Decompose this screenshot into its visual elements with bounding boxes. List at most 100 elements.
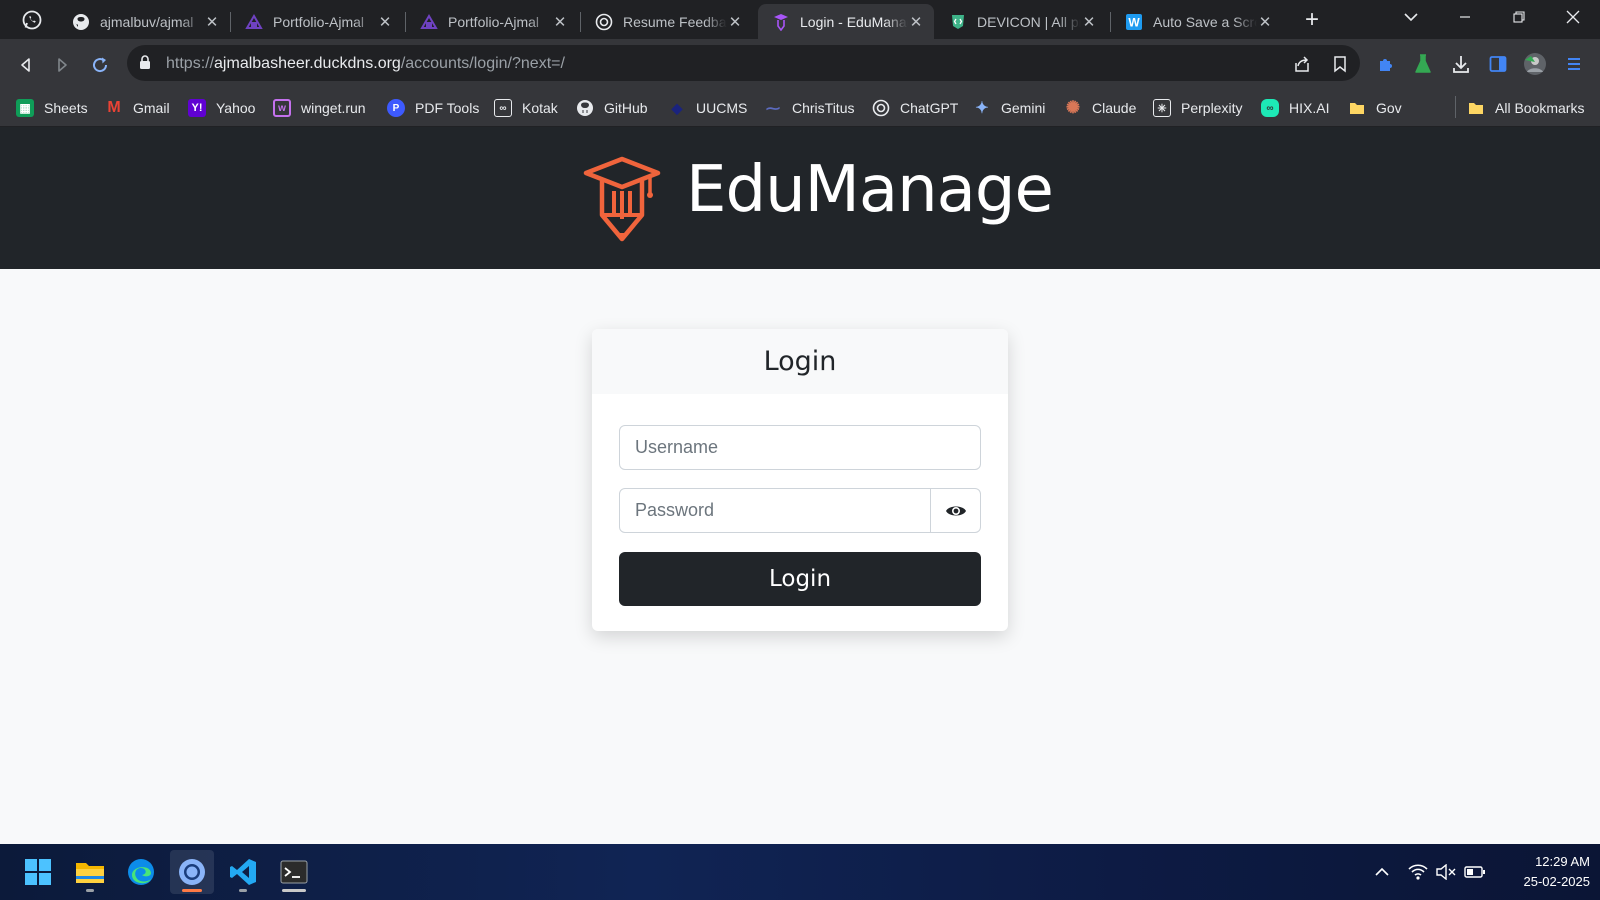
forward-button[interactable] — [49, 52, 75, 78]
vscode-icon — [230, 859, 256, 885]
battery-icon[interactable] — [1463, 860, 1487, 884]
bookmark-perplexity[interactable]: ✳ Perplexity — [1153, 97, 1242, 119]
bookmark-christitus[interactable]: ⁓ ChrisTitus — [764, 97, 855, 119]
brand-name[interactable]: EduManage — [686, 149, 1054, 232]
wifi-icon[interactable] — [1406, 860, 1430, 884]
bookmark-gmail[interactable]: M Gmail — [105, 97, 169, 119]
tab-title: DEVICON | All programming — [977, 13, 1081, 30]
edumanage-icon — [772, 13, 790, 31]
password-input[interactable] — [620, 489, 930, 532]
username-input[interactable] — [620, 426, 980, 469]
taskbar-edge[interactable] — [119, 850, 163, 894]
taskbar-file-explorer[interactable] — [68, 850, 112, 894]
extensions-icon[interactable] — [1374, 52, 1398, 76]
bookmarks-bar: ▦ Sheets M Gmail Y! Yahoo w winget.run P… — [0, 89, 1600, 127]
bookmark-gemini[interactable]: ✦ Gemini — [973, 97, 1045, 119]
bookmark-label: Sheets — [44, 100, 88, 116]
pinned-tab-whatsapp[interactable] — [14, 6, 50, 34]
bookmark-label: ChrisTitus — [792, 100, 855, 116]
close-icon[interactable]: ✕ — [908, 14, 924, 31]
tab-title: Portfolio-Ajmal — [448, 13, 540, 30]
tab-search-button[interactable] — [1384, 0, 1438, 34]
running-indicator — [86, 889, 94, 892]
bookmark-yahoo[interactable]: Y! Yahoo — [188, 97, 255, 119]
bookmark-sheets[interactable]: ▦ Sheets — [16, 97, 88, 119]
address-bar[interactable]: https://ajmalbasheer.duckdns.org/account… — [127, 45, 1360, 81]
labs-flask-icon[interactable] — [1411, 52, 1435, 76]
chevron-down-icon — [1404, 13, 1418, 22]
system-clock[interactable]: 12:29 AM 25-02-2025 — [1500, 852, 1591, 892]
profile-avatar[interactable] — [1523, 52, 1547, 76]
bookmark-uucms[interactable]: ◆ UUCMS — [668, 97, 748, 119]
tab-devicon[interactable]: DEVICON | All programming ✕ — [935, 4, 1107, 39]
close-icon[interactable]: ✕ — [727, 14, 743, 31]
close-window-button[interactable] — [1546, 0, 1600, 34]
bookmark-claude[interactable]: ✺ Claude — [1064, 97, 1137, 119]
forward-arrow-icon — [58, 58, 67, 72]
graduation-pencil-logo[interactable] — [582, 153, 662, 243]
new-tab-button[interactable]: + — [1298, 6, 1326, 34]
login-card: Login Login — [592, 329, 1008, 631]
site-header: EduManage — [0, 127, 1600, 269]
tab-strip: ajmalbuv/ajmal ✕ Portfolio-Ajmal ✕ Portf… — [0, 0, 1600, 39]
bookmark-label: Gov — [1376, 100, 1402, 116]
bookmark-winget[interactable]: w winget.run — [273, 97, 366, 119]
share-icon[interactable] — [1291, 53, 1313, 75]
bookmark-hixai[interactable]: ∞ HIX.AI — [1261, 97, 1329, 119]
bookmark-label: HIX.AI — [1289, 100, 1330, 116]
minimize-button[interactable] — [1438, 0, 1492, 34]
github-icon — [72, 13, 90, 31]
perplexity-icon: ✳ — [1153, 99, 1171, 117]
clock-time: 12:29 AM — [1535, 854, 1590, 869]
all-bookmarks[interactable]: All Bookmarks — [1467, 97, 1584, 119]
bookmark-chatgpt[interactable]: ChatGPT — [872, 97, 958, 119]
bookmark-kotak[interactable]: ∞ Kotak — [494, 97, 558, 119]
bookmark-star-icon[interactable] — [1329, 53, 1351, 75]
restore-button[interactable] — [1492, 0, 1546, 34]
tab-github[interactable]: ajmalbuv/ajmal ✕ — [58, 4, 230, 39]
bookmark-gov-folder[interactable]: Gov — [1348, 97, 1402, 119]
tab-login-edumanage[interactable]: Login - EduManage ✕ — [758, 4, 934, 39]
bookmarks-divider — [1455, 96, 1456, 118]
tab-title: Auto Save a Screenshot — [1153, 13, 1257, 30]
bookmark-pdf-tools[interactable]: P PDF Tools — [387, 97, 479, 119]
bookmark-label: Kotak — [522, 100, 558, 116]
tab-auto-save[interactable]: W Auto Save a Screenshot ✕ — [1111, 4, 1283, 39]
start-button[interactable] — [16, 850, 60, 894]
login-button[interactable]: Login — [619, 552, 981, 606]
chrome-menu-icon[interactable] — [1562, 52, 1586, 76]
pdf-tools-icon: P — [387, 99, 405, 117]
url-scheme: https:// — [166, 55, 215, 72]
tab-portfolio-1[interactable]: Portfolio-Ajmal ✕ — [231, 4, 403, 39]
bookmark-label: winget.run — [301, 100, 366, 116]
tab-portfolio-2[interactable]: Portfolio-Ajmal ✕ — [406, 4, 578, 39]
back-button[interactable] — [13, 52, 39, 78]
close-icon[interactable]: ✕ — [204, 14, 220, 31]
tab-title: Portfolio-Ajmal — [273, 13, 365, 30]
password-field-wrap — [619, 488, 931, 533]
lock-icon[interactable] — [139, 55, 151, 75]
portfolio-icon — [245, 13, 263, 31]
eye-icon — [945, 506, 966, 515]
close-icon[interactable]: ✕ — [377, 14, 393, 31]
toggle-password-button[interactable] — [930, 488, 981, 533]
download-icon[interactable] — [1449, 52, 1473, 76]
taskbar-terminal[interactable] — [272, 850, 316, 894]
volume-muted-icon[interactable] — [1434, 860, 1458, 884]
close-icon[interactable]: ✕ — [1257, 14, 1273, 31]
winget-icon: w — [273, 99, 291, 117]
close-icon[interactable]: ✕ — [1081, 14, 1097, 31]
side-panel-icon[interactable] — [1486, 52, 1510, 76]
sheets-icon: ▦ — [16, 99, 34, 117]
show-hidden-icons-button[interactable] — [1370, 860, 1394, 884]
taskbar-vscode[interactable] — [221, 850, 265, 894]
gemini-icon: ✦ — [975, 100, 989, 117]
bookmark-github[interactable]: GitHub — [576, 97, 648, 119]
reload-button[interactable] — [87, 52, 113, 78]
close-icon[interactable]: ✕ — [552, 14, 568, 31]
taskbar-chrome[interactable] — [170, 850, 214, 894]
tab-resume-feedback[interactable]: Resume Feedback ✕ — [581, 4, 753, 39]
password-group — [619, 488, 981, 533]
url-text: https://ajmalbasheer.duckdns.org/account… — [166, 55, 565, 73]
restore-icon — [1513, 11, 1525, 23]
